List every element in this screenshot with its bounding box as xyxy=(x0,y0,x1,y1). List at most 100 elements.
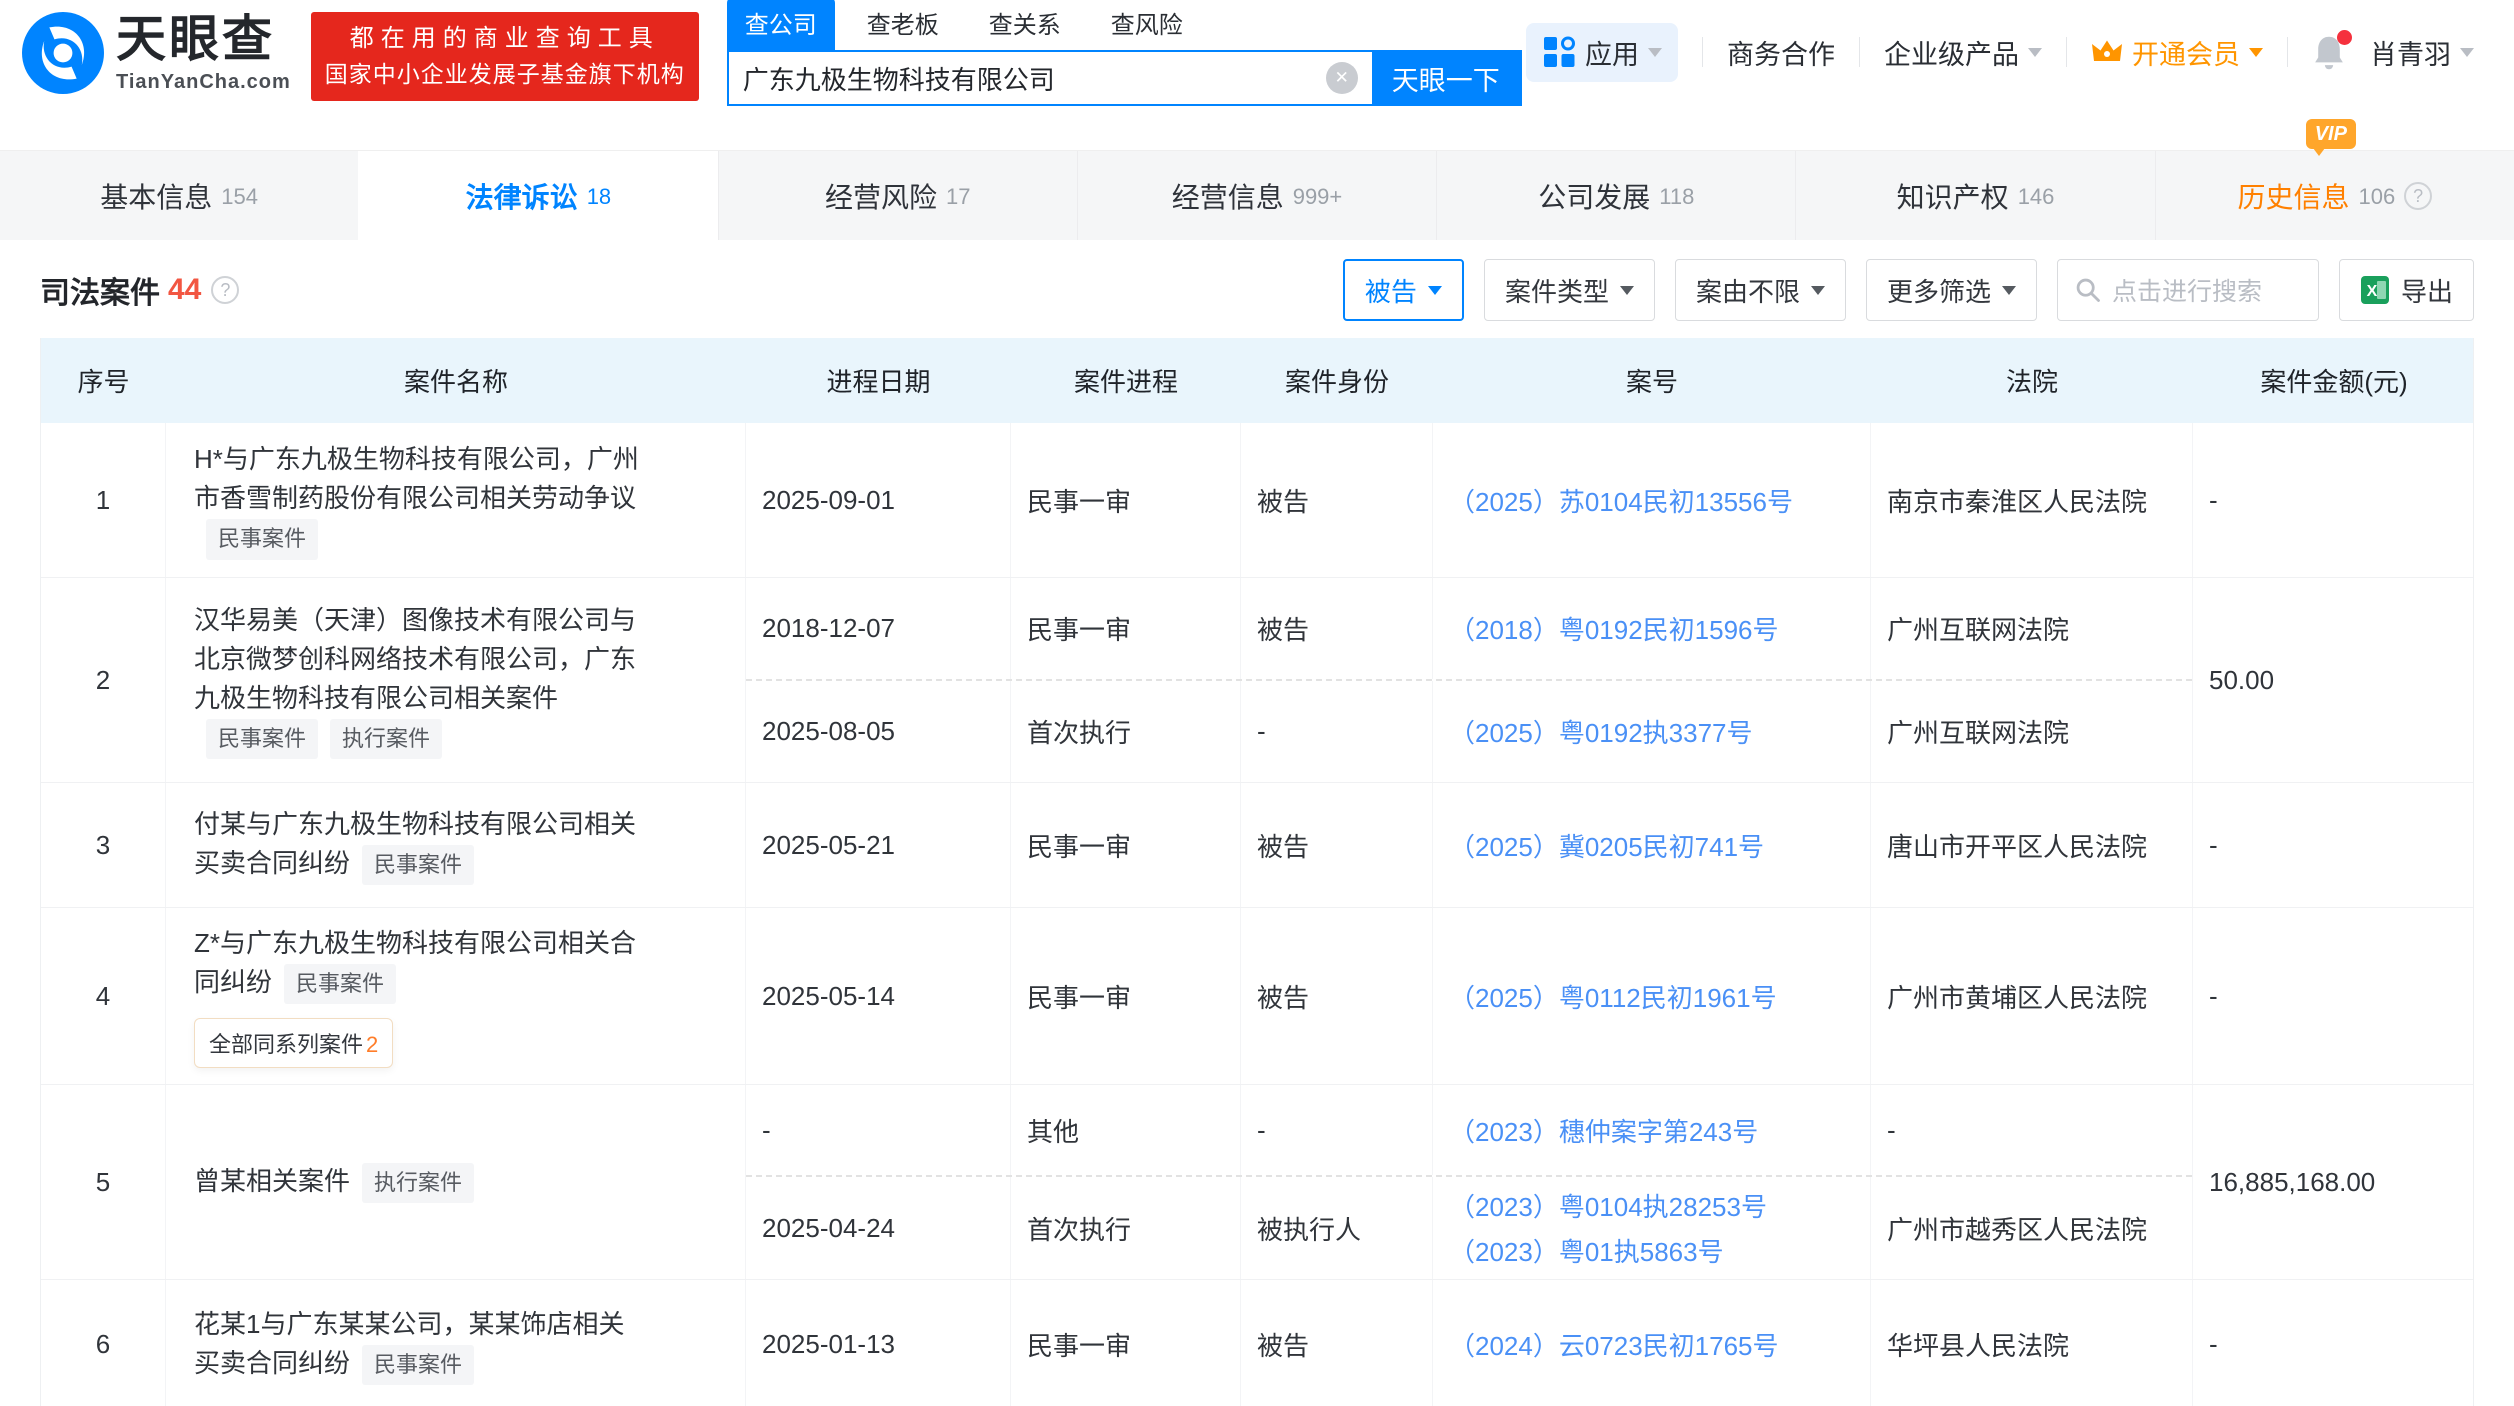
case-numbers: （2023）穗仲案字第243号 xyxy=(1433,1085,1871,1175)
column-header: 序号 xyxy=(41,362,166,399)
case-numbers: （2024）云0723民初1765号 xyxy=(1433,1280,1871,1406)
svg-text:X: X xyxy=(2367,283,2378,300)
crown-icon xyxy=(2091,39,2123,66)
filter-案由不限[interactable]: 案由不限 xyxy=(1675,259,1846,321)
series-cases-button[interactable]: 全部同系列案件2 xyxy=(194,1018,393,1068)
case-amount: - xyxy=(2193,1280,2475,1406)
tab-公司发展[interactable]: 公司发展118 xyxy=(1436,151,1795,240)
caret-down-icon xyxy=(1428,286,1442,295)
filter-label: 被告 xyxy=(1365,272,1417,309)
section-title: 司法案件 xyxy=(40,268,160,312)
process-row: -其他-（2023）穗仲案字第243号- xyxy=(746,1085,2192,1175)
case-processes: -其他-（2023）穗仲案字第243号-2025-04-24首次执行被执行人（2… xyxy=(746,1085,2193,1279)
slogan-line1: 都在用的商业查询工具 xyxy=(325,20,685,57)
tab-经营信息[interactable]: 经营信息999+ xyxy=(1077,151,1436,240)
table-search-input[interactable]: 点击进行搜索 xyxy=(2057,259,2319,321)
chevron-down-icon xyxy=(2249,48,2263,57)
filter-案件类型[interactable]: 案件类型 xyxy=(1484,259,1655,321)
search-tab[interactable]: 查老板 xyxy=(849,0,957,50)
chevron-down-icon xyxy=(1648,48,1662,57)
case-number-link[interactable]: （2025）粤0112民初1961号 xyxy=(1449,978,1777,1015)
case-number-link[interactable]: （2018）粤0192民初1596号 xyxy=(1449,610,1779,647)
apps-label: 应用 xyxy=(1585,33,1639,72)
case-stage: 首次执行 xyxy=(1011,681,1241,782)
case-seq: 5 xyxy=(41,1085,166,1279)
case-stage: 民事一审 xyxy=(1011,783,1241,907)
apps-menu[interactable]: 应用 xyxy=(1526,23,1678,82)
case-name: H*与广东九极生物科技有限公司，广州市香雪制药股份有限公司相关劳动争议民事案件 xyxy=(166,423,746,577)
case-title: Z*与广东九极生物科技有限公司相关合同纠纷 xyxy=(194,928,636,997)
tab-label: 历史信息 xyxy=(2237,176,2349,216)
column-header: 进程日期 xyxy=(746,362,1011,399)
logo-name-cn: 天眼查 xyxy=(116,12,291,67)
nav-divider xyxy=(2287,37,2288,67)
case-number-link[interactable]: （2025）冀0205民初741号 xyxy=(1449,827,1764,864)
clear-icon[interactable]: ✕ xyxy=(1326,62,1358,94)
case-number-link[interactable]: （2023）粤01执5863号 xyxy=(1449,1232,1724,1269)
court-name: 华坪县人民法院 xyxy=(1871,1280,2193,1406)
case-type-tag: 民事案件 xyxy=(206,519,318,559)
case-name-text: 汉华易美（天津）图像技术有限公司与北京微梦创科网络技术有限公司，广东九极生物科技… xyxy=(194,601,645,759)
search-tab[interactable]: 查关系 xyxy=(971,0,1079,50)
notifications-button[interactable] xyxy=(2312,34,2346,70)
process-row: 2025-04-24首次执行被执行人（2023）粤0104执28253号（202… xyxy=(746,1175,2192,1279)
nav-divider xyxy=(1702,37,1703,67)
case-role: - xyxy=(1241,1085,1433,1175)
process-date: 2025-08-05 xyxy=(746,681,1011,782)
nav-enterprise-products[interactable]: 企业级产品 xyxy=(1884,33,2042,72)
search-tab[interactable]: 查风险 xyxy=(1093,0,1201,50)
case-number-link[interactable]: （2024）云0723民初1765号 xyxy=(1449,1326,1779,1363)
case-role: 被告 xyxy=(1241,423,1433,577)
case-type-tag: 民事案件 xyxy=(362,1345,474,1385)
column-header: 案件身份 xyxy=(1241,362,1433,399)
export-button[interactable]: X 导出 xyxy=(2339,259,2474,321)
table-row: 5曾某相关案件执行案件-其他-（2023）穗仲案字第243号-2025-04-2… xyxy=(41,1085,2473,1280)
case-amount: - xyxy=(2193,908,2475,1084)
case-numbers: （2018）粤0192民初1596号 xyxy=(1433,578,1871,679)
search-button[interactable]: 天眼一下 xyxy=(1372,52,1520,104)
case-seq: 4 xyxy=(41,908,166,1084)
nav-divider xyxy=(2066,37,2067,67)
series-count: 2 xyxy=(366,1032,378,1057)
case-number-link[interactable]: （2023）穗仲案字第243号 xyxy=(1449,1112,1758,1149)
tab-label: 基本信息 xyxy=(100,176,212,216)
case-name: 汉华易美（天津）图像技术有限公司与北京微梦创科网络技术有限公司，广东九极生物科技… xyxy=(166,578,746,782)
tab-历史信息[interactable]: 历史信息106?VIP xyxy=(2155,151,2514,240)
court-name: 广州市黄埔区人民法院 xyxy=(1871,908,2193,1084)
case-numbers: （2023）粤0104执28253号 （2023）粤01执5863号 xyxy=(1433,1177,1871,1279)
tab-经营风险[interactable]: 经营风险17 xyxy=(718,151,1077,240)
tab-基本信息[interactable]: 基本信息 154 xyxy=(0,151,358,240)
tab-知识产权[interactable]: 知识产权146 xyxy=(1795,151,2154,240)
case-stage: 首次执行 xyxy=(1011,1177,1241,1279)
court-name: 广州互联网法院 xyxy=(1871,578,2193,679)
tab-count: 17 xyxy=(946,184,970,210)
tab-count: 154 xyxy=(221,184,258,210)
logo-name-en: TianYanCha.com xyxy=(116,71,291,94)
table-header: 序号案件名称进程日期案件进程案件身份案号法院案件金额(元) xyxy=(41,338,2473,423)
help-icon[interactable]: ? xyxy=(211,276,239,304)
case-number-link[interactable]: （2023）粤0104执28253号 xyxy=(1449,1187,1767,1224)
user-menu[interactable]: 肖青羽 xyxy=(2370,33,2474,72)
filter-更多筛选[interactable]: 更多筛选 xyxy=(1866,259,2037,321)
filter-被告[interactable]: 被告 xyxy=(1343,259,1464,321)
case-role: 被告 xyxy=(1241,578,1433,679)
nav-open-vip[interactable]: 开通会员 xyxy=(2091,33,2263,72)
search-tab[interactable]: 查公司 xyxy=(727,0,835,50)
search-input[interactable] xyxy=(729,52,1326,104)
tab-法律诉讼[interactable]: 法律诉讼18 xyxy=(358,151,717,240)
case-seq: 6 xyxy=(41,1280,166,1406)
case-number-link[interactable]: （2025）粤0192执3377号 xyxy=(1449,713,1753,750)
tab-label: 法律诉讼 xyxy=(466,176,578,216)
case-number-link[interactable]: （2025）苏0104民初13556号 xyxy=(1449,482,1793,519)
case-amount: 50.00 xyxy=(2193,578,2475,782)
chevron-down-icon xyxy=(2460,48,2474,57)
case-stage: 民事一审 xyxy=(1011,578,1241,679)
process-date: 2025-04-24 xyxy=(746,1177,1011,1279)
nav-business-cooperation[interactable]: 商务合作 xyxy=(1727,33,1835,72)
case-role: 被执行人 xyxy=(1241,1177,1433,1279)
column-header: 案件进程 xyxy=(1011,362,1241,399)
case-numbers: （2025）粤0112民初1961号 xyxy=(1433,908,1871,1084)
tab-count: 106 xyxy=(2358,184,2395,210)
tianyancha-logo[interactable]: 天眼查 TianYanCha.com xyxy=(22,12,291,94)
help-icon[interactable]: ? xyxy=(2404,182,2432,210)
